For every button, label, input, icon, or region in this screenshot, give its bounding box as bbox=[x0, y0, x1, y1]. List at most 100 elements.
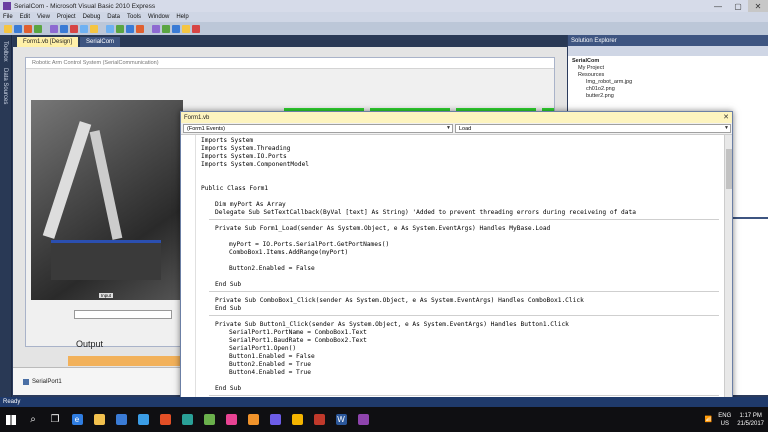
form-title: Robotic Arm Control System (SerialCommun… bbox=[26, 58, 554, 69]
toolbar-button-icon[interactable] bbox=[90, 24, 98, 33]
app-icon-8-glyph bbox=[313, 414, 325, 425]
code-line: Button4.Enabled = True bbox=[229, 369, 311, 376]
tree-item[interactable]: SerialCom bbox=[572, 58, 764, 65]
app-icon-6-glyph bbox=[247, 414, 259, 425]
text-input[interactable] bbox=[74, 310, 172, 319]
code-line: Public Class Form1 bbox=[201, 185, 269, 192]
toolbar-button-icon[interactable] bbox=[70, 24, 78, 33]
menu-project[interactable]: Project bbox=[57, 14, 76, 20]
visual-studio-icon-glyph bbox=[357, 414, 369, 425]
code-line: Dim myPort As Array bbox=[215, 201, 286, 208]
task-view-icon[interactable]: ❐ bbox=[44, 407, 66, 432]
separator-line bbox=[209, 395, 719, 396]
class-name-dropdown[interactable]: (Form1 Events) ▼ bbox=[183, 124, 453, 133]
system-tray: 📶 ENG US 1:17 PM 21/5/2017 bbox=[705, 407, 764, 432]
menu-debug[interactable]: Debug bbox=[83, 14, 101, 20]
network-icon[interactable]: 📶 bbox=[705, 416, 712, 423]
toolbox-tab[interactable]: Toolbox bbox=[2, 41, 8, 62]
file-explorer-icon-glyph bbox=[93, 414, 105, 425]
app-icon-5[interactable] bbox=[220, 407, 242, 432]
close-icon[interactable]: ✕ bbox=[723, 113, 729, 121]
menu-data[interactable]: Data bbox=[107, 14, 120, 20]
toolbar-button-icon[interactable] bbox=[80, 24, 88, 33]
app-icon-2-glyph bbox=[159, 414, 171, 425]
file-explorer-icon[interactable] bbox=[88, 407, 110, 432]
app-icon-2[interactable] bbox=[154, 407, 176, 432]
data-sources-tab[interactable]: Data Sources bbox=[2, 68, 8, 104]
status-text: Ready bbox=[3, 399, 21, 405]
vertical-scrollbar[interactable] bbox=[724, 135, 732, 417]
code-line: ComboBox1.Items.AddRange(myPort) bbox=[229, 249, 349, 256]
word-icon[interactable]: W bbox=[330, 407, 352, 432]
menu-tools[interactable]: Tools bbox=[127, 14, 141, 20]
app-icon-4[interactable] bbox=[198, 407, 220, 432]
minimize-button[interactable]: — bbox=[708, 0, 728, 12]
code-editor[interactable]: Imports System Imports System.Threading Im… bbox=[181, 135, 726, 417]
code-line: End Sub bbox=[215, 281, 242, 288]
menu-view[interactable]: View bbox=[37, 14, 50, 20]
toolbar-button-icon[interactable] bbox=[136, 24, 144, 33]
code-line: Imports System.Threading bbox=[201, 145, 291, 152]
tree-item[interactable]: Resources bbox=[572, 72, 764, 79]
toolbar-button-icon[interactable] bbox=[126, 24, 134, 33]
clock-time: 1:17 PM bbox=[739, 412, 762, 419]
image-badge: Input bbox=[99, 293, 114, 298]
app-icon-7-glyph bbox=[269, 414, 281, 425]
solution-explorer-toolbar bbox=[568, 46, 768, 56]
code-line: Imports System.ComponentModel bbox=[201, 161, 310, 168]
toolbar-button-icon[interactable] bbox=[34, 24, 42, 33]
tree-item[interactable]: butter2.png bbox=[572, 93, 764, 100]
start-button[interactable] bbox=[0, 407, 22, 432]
code-line: Imports System bbox=[201, 137, 254, 144]
toolbar-button-icon[interactable] bbox=[182, 24, 190, 33]
tree-item[interactable]: My Project bbox=[572, 65, 764, 72]
menu-window[interactable]: Window bbox=[148, 14, 169, 20]
tab-form-design[interactable]: Form1.vb [Design] bbox=[17, 37, 79, 47]
toolbar-button-icon[interactable] bbox=[60, 24, 68, 33]
visual-basic-icon bbox=[3, 2, 11, 10]
toolbar-button-icon[interactable] bbox=[24, 24, 32, 33]
method-name-dropdown[interactable]: Load ▼ bbox=[455, 124, 731, 133]
taskbar: ⌕ ❐ e W 📶 ENG US 1:17 PM 21/5/2017 bbox=[0, 407, 768, 432]
code-line: Button2.Enabled = True bbox=[229, 361, 311, 368]
menu-edit[interactable]: Edit bbox=[20, 14, 30, 20]
scrollbar-thumb[interactable] bbox=[726, 149, 732, 189]
tab-serialcom[interactable]: SerialCom bbox=[80, 37, 121, 47]
toolbar-button-icon[interactable] bbox=[14, 24, 22, 33]
toolbar-button-icon[interactable] bbox=[192, 24, 200, 33]
app-icon-6[interactable] bbox=[242, 407, 264, 432]
code-line: Private Sub Button1_Click(sender As Syst… bbox=[215, 321, 569, 328]
serial-port-icon bbox=[23, 378, 29, 385]
app-icon-3-glyph bbox=[181, 414, 193, 425]
toolbar-button-icon[interactable] bbox=[116, 24, 124, 33]
app-icon-1[interactable] bbox=[132, 407, 154, 432]
class-name-value: (Form1 Events) bbox=[187, 125, 225, 132]
toolbar-button-icon[interactable] bbox=[162, 24, 170, 33]
tree-item[interactable]: ch01o2.png bbox=[572, 86, 764, 93]
store-icon[interactable] bbox=[110, 407, 132, 432]
close-button[interactable]: ✕ bbox=[748, 0, 768, 12]
clock[interactable]: 1:17 PM 21/5/2017 bbox=[737, 412, 764, 428]
menu-file[interactable]: File bbox=[3, 14, 13, 20]
maximize-button[interactable]: ▢ bbox=[728, 0, 748, 12]
menu-bar: File Edit View Project Debug Data Tools … bbox=[0, 12, 768, 22]
title-bar: SerialCom - Microsoft Visual Basic 2010 … bbox=[0, 0, 768, 12]
chrome-icon[interactable] bbox=[286, 407, 308, 432]
menu-help[interactable]: Help bbox=[176, 14, 188, 20]
search-icon[interactable]: ⌕ bbox=[22, 407, 44, 432]
visual-studio-icon[interactable] bbox=[352, 407, 374, 432]
toolbar-button-icon[interactable] bbox=[106, 24, 114, 33]
serial-port-component[interactable]: SerialPort1 bbox=[32, 379, 62, 385]
toolbar-button-icon[interactable] bbox=[4, 24, 12, 33]
app-icon-7[interactable] bbox=[264, 407, 286, 432]
toolbar-button-icon[interactable] bbox=[152, 24, 160, 33]
app-icon-3[interactable] bbox=[176, 407, 198, 432]
edge-icon[interactable]: e bbox=[66, 407, 88, 432]
toolbar-button-icon[interactable] bbox=[50, 24, 58, 33]
code-line: Imports System.IO.Ports bbox=[201, 153, 287, 160]
app-icon-8[interactable] bbox=[308, 407, 330, 432]
toolbar-button-icon[interactable] bbox=[172, 24, 180, 33]
language-indicator[interactable]: ENG US bbox=[718, 412, 731, 428]
tree-item[interactable]: Img_robot_arm.jpg bbox=[572, 79, 764, 86]
app-icon-1-glyph bbox=[137, 414, 149, 425]
